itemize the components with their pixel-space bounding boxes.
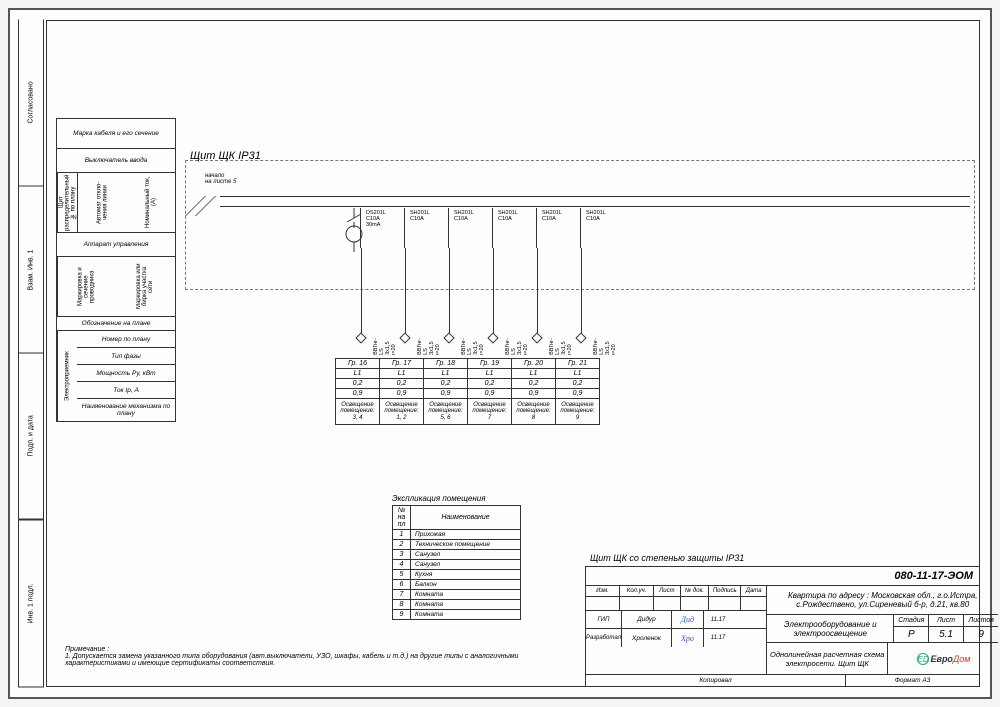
project-number: 080-11-17-ЭОМ — [586, 567, 979, 585]
breaker-icon: SH201L C10А — [438, 208, 460, 248]
circuit: SH201L C10АВВГнг-LS 3x1,5 ɩ=20 — [428, 206, 470, 342]
side-tabs: Согласовано Взам. Инв. 1 Подп. и дата Ин… — [18, 20, 44, 687]
explication-table: Экспликация помещения № на плНаименовани… — [392, 494, 521, 620]
circuit: SH201L C10АВВГнг-LS 3x1,5 ɩ=20 — [472, 206, 514, 342]
drawing-sheet: Согласовано Взам. Инв. 1 Подп. и дата Ин… — [8, 8, 992, 699]
circuit: SH201L C10АВВГнг-LS 3x1,5 ɩ=20 — [516, 206, 558, 342]
legend-block: Марка кабеля и его сечение Выключатель в… — [56, 118, 176, 422]
breaker-icon: SH201L C10А — [394, 208, 416, 248]
circuit: SH201L C10АВВГнг-LS 3x1,5 ɩ=20 — [384, 206, 426, 342]
circuit: DS201L C10А 30mАВВГнг-LS 3x1,5 ɩ=20 — [340, 206, 382, 342]
side-tab: Подп. и дата — [18, 353, 44, 520]
group-table: Гр. 16Гр. 17Гр. 18Гр. 19Гр. 20Гр. 21 L1L… — [335, 358, 600, 425]
logo: EDЕвро Дом — [888, 643, 998, 674]
circuit-columns: DS201L C10А 30mАВВГнг-LS 3x1,5 ɩ=20 SH20… — [340, 206, 640, 342]
side-tab: Инв. 1 подл. — [18, 520, 44, 688]
breaker-icon: DS201L C10А 30mА — [350, 208, 372, 248]
side-tab: Взам. Инв. 1 — [18, 187, 44, 354]
bus-origin-note: начало на листе 5 — [205, 173, 236, 185]
breaker-icon: SH201L C10А — [482, 208, 504, 248]
breaker-icon: SH201L C10А — [526, 208, 548, 248]
title-block: 080-11-17-ЭОМ Изм. Кол.уч. Лист № док. П… — [585, 566, 980, 687]
circuit: SH201L C10АВВГнг-LS 3x1,5 ɩ=20 — [560, 206, 602, 342]
footnote: Примечание : 1. Допускается замена указа… — [65, 646, 545, 667]
panel-protection-note: Щит ЩК со степенью защиты IP31 — [590, 553, 744, 563]
side-tab: Согласовано — [18, 20, 44, 187]
breaker-icon: SH201L C10А — [570, 208, 592, 248]
